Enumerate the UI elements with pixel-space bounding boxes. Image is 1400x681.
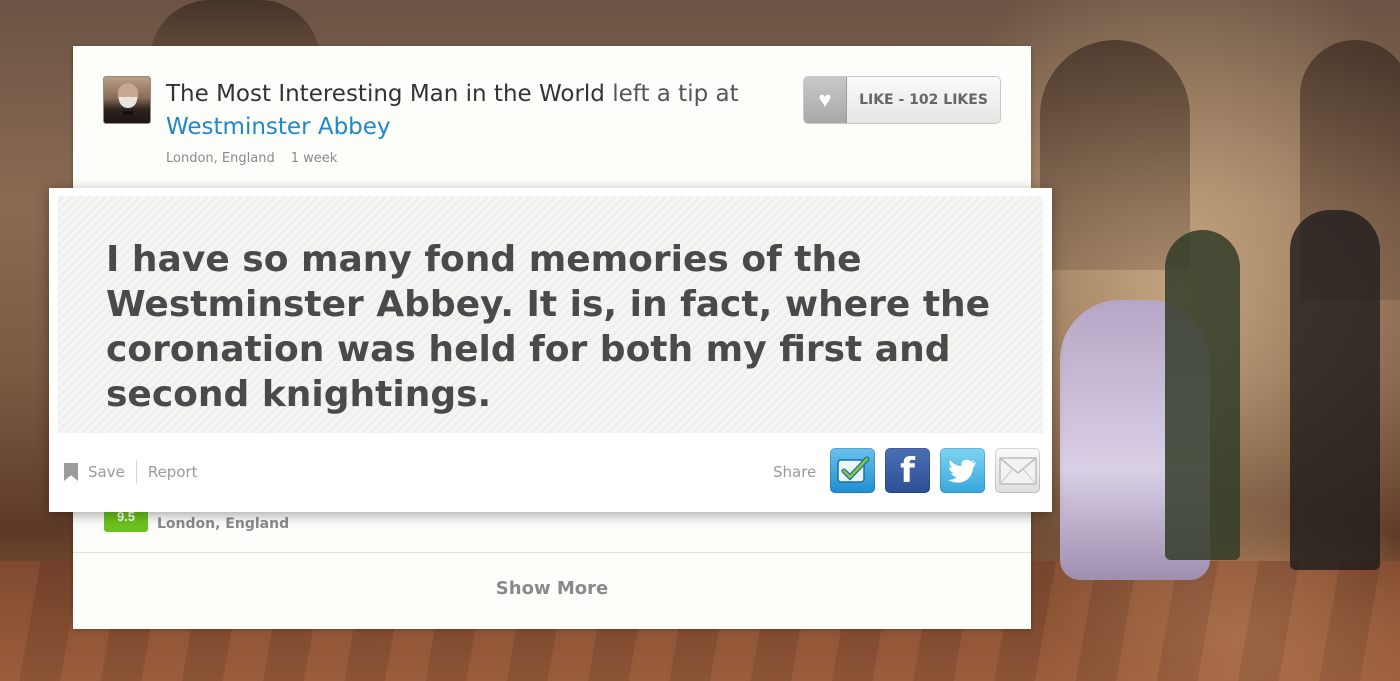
twitter-share-icon[interactable]	[940, 448, 985, 493]
facebook-share-icon[interactable]: f	[885, 448, 930, 493]
report-button[interactable]: Report	[148, 463, 198, 481]
tip-location: London, England	[166, 151, 275, 166]
show-more-button[interactable]: Show More	[73, 578, 1031, 599]
author-name[interactable]: The Most Interesting Man in the World	[166, 81, 605, 107]
tip-header: The Most Interesting Man in the World le…	[166, 78, 796, 144]
save-button[interactable]: Save	[88, 463, 125, 481]
tip-detail-card: I have so many fond memories of the West…	[49, 188, 1052, 512]
venue-location: London, England	[157, 516, 290, 532]
share-icons: f	[830, 448, 1040, 493]
tip-text: I have so many fond memories of the West…	[106, 239, 991, 415]
venue-link[interactable]: Westminster Abbey	[166, 114, 391, 140]
tip-meta: London, England 1 week	[166, 151, 337, 166]
tip-age: 1 week	[290, 151, 338, 166]
tip-actions: Save Report	[64, 460, 198, 484]
like-label: LIKE - 102 LIKES	[859, 92, 988, 108]
share-label: Share	[773, 463, 817, 481]
foursquare-share-icon[interactable]	[830, 448, 875, 493]
author-avatar[interactable]	[103, 76, 151, 124]
heart-icon: ♥	[804, 77, 847, 123]
divider	[73, 552, 1031, 553]
tip-body: I have so many fond memories of the West…	[58, 196, 1043, 433]
divider	[135, 460, 137, 484]
bookmark-icon[interactable]	[64, 463, 78, 481]
venue-score-badge: 9.5	[104, 510, 148, 532]
like-button[interactable]: ♥ LIKE - 102 LIKES	[803, 76, 1001, 124]
tip-action-text: left a tip at	[604, 81, 739, 107]
email-share-icon[interactable]	[995, 448, 1040, 493]
